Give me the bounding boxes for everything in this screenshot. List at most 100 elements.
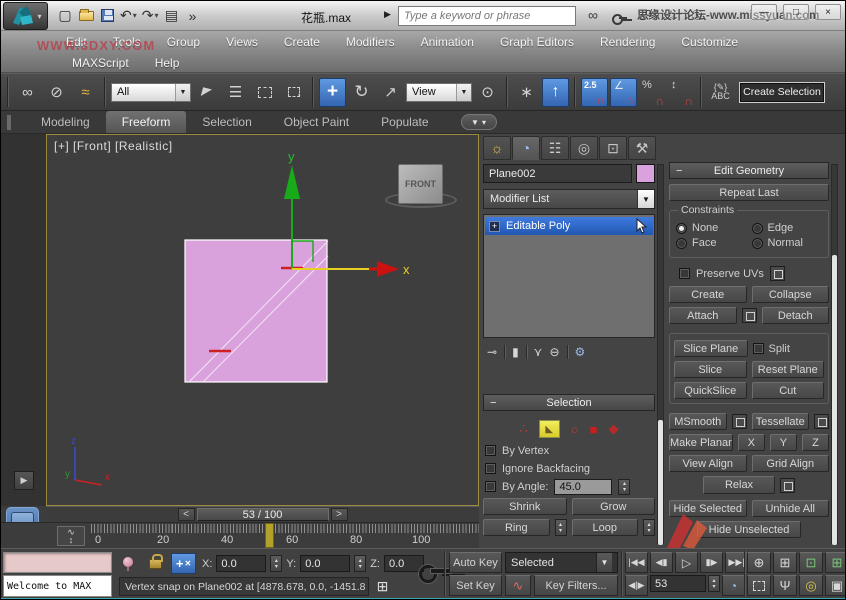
play-button[interactable]: ▷ xyxy=(675,552,698,573)
remove-modifier-button[interactable]: ⊖ xyxy=(549,345,559,359)
minimize-button[interactable]: — xyxy=(751,4,777,20)
selection-lock-icon[interactable] xyxy=(149,559,162,569)
zoom-region-button[interactable] xyxy=(747,575,771,596)
constraint-normal-radio[interactable] xyxy=(752,238,763,249)
detach-button[interactable]: Detach xyxy=(762,307,830,324)
undo-caret-icon[interactable]: ▾ xyxy=(133,11,137,20)
select-and-link-button[interactable]: ∞ xyxy=(14,78,41,107)
percent-snap-toggle[interactable]: %∩ xyxy=(639,78,666,107)
modifier-list-dropdown[interactable]: Modifier List ▼ xyxy=(483,189,655,209)
snaps-toggle-button[interactable]: 2.5∩ xyxy=(581,78,608,107)
constraint-face-radio[interactable] xyxy=(676,238,687,249)
zoom-button[interactable]: ⊕ xyxy=(747,552,771,573)
scene-explorer-expand-button[interactable]: ▶ xyxy=(14,471,34,490)
isolate-selection-icon[interactable] xyxy=(123,557,134,570)
msmooth-button[interactable]: MSmooth xyxy=(669,413,727,430)
open-file-button[interactable] xyxy=(76,5,96,26)
x-spinner[interactable]: ▴▾ xyxy=(270,555,282,572)
menu-group[interactable]: Group xyxy=(154,35,213,49)
border-mode-button[interactable]: ○ xyxy=(571,422,579,437)
msmooth-settings-button[interactable] xyxy=(732,414,747,429)
x-field[interactable]: 0.0 xyxy=(216,555,266,572)
pan-button[interactable]: Ψ xyxy=(773,575,797,596)
reference-coordinate-system-dropdown[interactable]: View▼ xyxy=(406,83,472,102)
new-scene-button[interactable]: ▢ xyxy=(55,5,75,26)
angle-snap-toggle[interactable]: ∠∩ xyxy=(610,78,637,107)
ribbon-drag-handle-icon[interactable] xyxy=(7,115,11,130)
set-key-button[interactable]: Set Key xyxy=(449,575,502,596)
qat-overflow-button[interactable]: » xyxy=(183,5,203,26)
zoom-all-button[interactable]: ⊞ xyxy=(773,552,797,573)
bind-to-space-warp-button[interactable]: ≈ xyxy=(72,78,99,107)
by-angle-spinner[interactable]: ▴▾ xyxy=(618,479,630,495)
selection-rollout-header[interactable]: − Selection xyxy=(483,394,655,411)
split-checkbox[interactable] xyxy=(753,343,764,354)
make-unique-button[interactable]: ⋎ xyxy=(534,345,543,359)
select-and-scale-button[interactable]: ↗ xyxy=(377,78,404,107)
planar-y-button[interactable]: Y xyxy=(770,434,797,451)
set-keys-key-icon[interactable] xyxy=(419,563,453,581)
absolute-offset-mode-toggle[interactable]: +✕ xyxy=(171,553,196,574)
keyboard-shortcut-override-toggle[interactable]: ↑ xyxy=(542,78,569,107)
viewcube[interactable]: FRONT xyxy=(398,164,443,204)
edge-mode-button-active[interactable]: ◣ xyxy=(539,420,560,438)
mini-curve-editor-toggle[interactable]: ∿↕ xyxy=(57,526,85,546)
edit-named-selection-sets-button[interactable]: {✎}ABC xyxy=(707,78,734,107)
relax-settings-button[interactable] xyxy=(780,478,795,493)
select-and-manipulate-button[interactable]: ∗ xyxy=(513,78,540,107)
left-column-scrollbar[interactable] xyxy=(657,164,664,544)
track-bar-ruler[interactable]: 0 20 40 60 80 100 xyxy=(91,523,479,549)
viewport-front[interactable]: x y z y x [+] [Front] [Realistic] FRONT xyxy=(46,134,479,506)
select-and-move-button[interactable]: + xyxy=(319,78,346,107)
collapse-button[interactable]: Collapse xyxy=(752,286,830,303)
preserve-uvs-settings-button[interactable] xyxy=(770,266,785,281)
maximize-button[interactable]: □ xyxy=(783,4,809,20)
ribbon-tab-populate[interactable]: Populate xyxy=(365,111,444,133)
right-column-scrollbar[interactable] xyxy=(831,164,838,544)
ribbon-display-dropdown[interactable]: ▼▾ xyxy=(461,114,497,130)
slice-plane-button[interactable]: Slice Plane xyxy=(674,340,748,357)
zoom-extents-button[interactable]: ⊡ xyxy=(799,552,823,573)
tessellate-button[interactable]: Tessellate xyxy=(752,413,810,430)
communication-center-icon[interactable]: ☍ xyxy=(636,6,654,24)
by-vertex-checkbox[interactable] xyxy=(485,445,496,456)
attach-settings-button[interactable] xyxy=(742,308,757,323)
element-mode-button[interactable]: ◆ xyxy=(609,421,619,437)
loop-spinner[interactable]: ▴▾ xyxy=(643,519,655,536)
preserve-uvs-checkbox[interactable] xyxy=(679,268,690,279)
reset-plane-button[interactable]: Reset Plane xyxy=(752,361,825,378)
orbit-button[interactable]: ◎ xyxy=(799,575,823,596)
menu-animation[interactable]: Animation xyxy=(408,35,487,49)
menu-rendering[interactable]: Rendering xyxy=(587,35,668,49)
tessellate-settings-button[interactable] xyxy=(814,414,829,429)
current-frame-marker[interactable] xyxy=(265,523,274,548)
dropdown-arrow-icon[interactable]: ▼ xyxy=(456,84,471,101)
ribbon-tab-freeform[interactable]: Freeform xyxy=(106,111,187,133)
loop-button[interactable]: Loop xyxy=(572,519,639,536)
workspace-arrow-icon[interactable]: ▶ xyxy=(384,9,391,20)
key-filters-button[interactable]: Key Filters... xyxy=(534,575,618,596)
time-configuration-button[interactable]: ◔ xyxy=(722,575,745,596)
default-tangent-button[interactable]: ∿ xyxy=(505,575,531,596)
use-pivot-point-center-button[interactable]: ⊙ xyxy=(474,78,501,107)
menu-modifiers[interactable]: Modifiers xyxy=(333,35,408,49)
next-frame-button[interactable]: ▮▶ xyxy=(700,552,723,573)
planar-z-button[interactable]: Z xyxy=(802,434,829,451)
attach-button[interactable]: Attach xyxy=(669,307,737,324)
unhide-all-button[interactable]: Unhide All xyxy=(752,500,830,517)
make-planar-button[interactable]: Make Planar xyxy=(669,434,733,451)
y-field[interactable]: 0.0 xyxy=(300,555,350,572)
shrink-button[interactable]: Shrink xyxy=(483,498,567,515)
zoom-extents-all-button[interactable]: ⊞ xyxy=(825,552,846,573)
close-button[interactable]: × xyxy=(815,4,841,20)
repeat-last-button[interactable]: Repeat Last xyxy=(669,184,829,201)
menu-graph-editors[interactable]: Graph Editors xyxy=(487,35,587,49)
current-frame-field[interactable]: 53 xyxy=(650,575,706,592)
menu-customize[interactable]: Customize xyxy=(668,35,751,49)
relax-button[interactable]: Relax xyxy=(703,476,775,494)
rectangular-selection-region-button[interactable] xyxy=(251,78,278,107)
ribbon-tab-modeling[interactable]: Modeling xyxy=(25,111,106,133)
spinner-snap-toggle[interactable]: ↕∩ xyxy=(668,78,695,107)
tab-motion[interactable]: ◎ xyxy=(570,136,598,160)
favorites-star-icon[interactable]: ☆ xyxy=(662,6,680,24)
